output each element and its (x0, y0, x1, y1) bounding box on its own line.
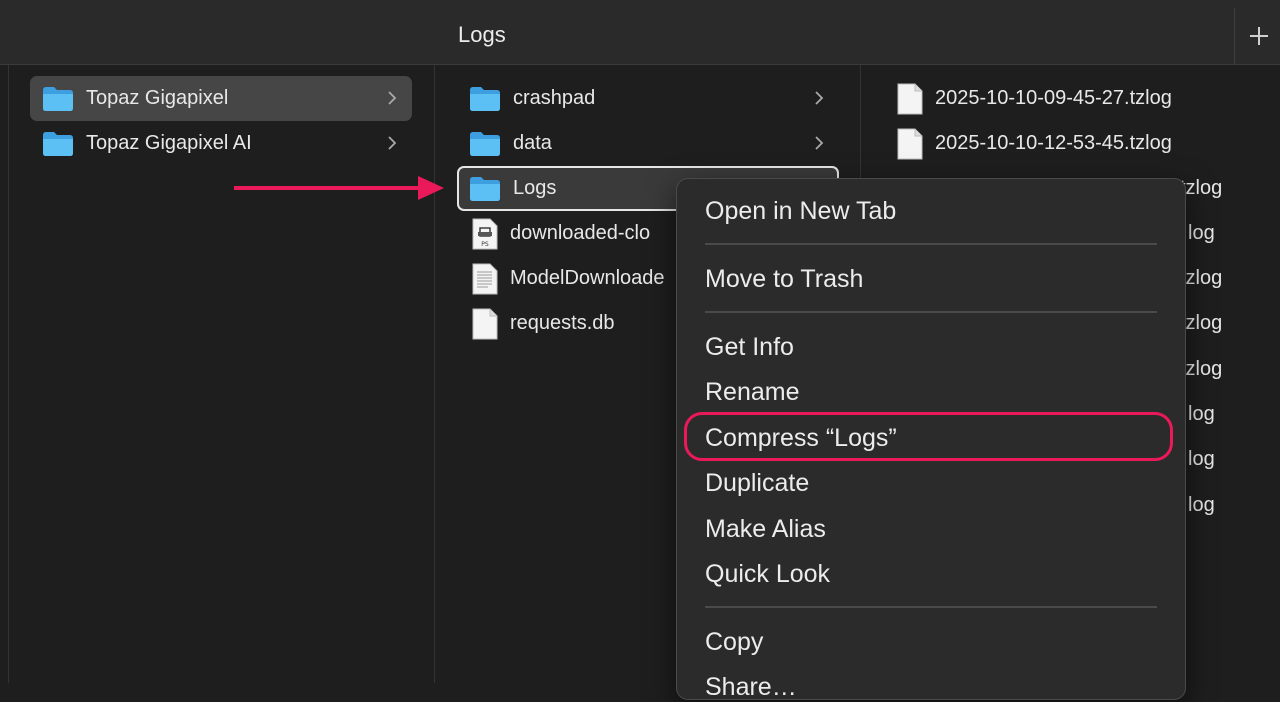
menu-item-get-info[interactable]: Get Info (705, 333, 794, 362)
list-item-label: requests.db (510, 312, 615, 334)
list-item-label: tzlog (1180, 267, 1223, 289)
svg-text:PS: PS (481, 241, 489, 248)
menu-item-share[interactable]: Share… (705, 673, 797, 702)
list-item-label: log (1188, 403, 1215, 425)
list-item-label: tzlog (1180, 358, 1223, 380)
list-item-label: tzlog (1180, 312, 1223, 334)
postscript-doc-icon: PS (472, 218, 498, 249)
folder-icon (43, 131, 73, 156)
menu-separator (705, 311, 1157, 313)
list-item[interactable]: crashpad (457, 76, 839, 121)
list-item-label: downloaded-clo (510, 222, 651, 244)
menu-item-duplicate[interactable]: Duplicate (705, 469, 809, 498)
menu-item-copy[interactable]: Copy (705, 628, 763, 657)
list-item-label: 2025-10-10-12-53-45.tzlog (935, 132, 1172, 154)
chevron-right-icon (815, 91, 824, 105)
list-item[interactable]: log (1188, 211, 1215, 256)
folder-icon (470, 176, 500, 201)
list-item-label: ModelDownloade (510, 267, 665, 289)
title-bar: Logs (0, 0, 1280, 65)
menu-item-make-alias[interactable]: Make Alias (705, 515, 826, 544)
list-item[interactable]: tzlog (1180, 347, 1222, 392)
menu-item-move-to-trash[interactable]: Move to Trash (705, 265, 863, 294)
menu-separator (705, 243, 1157, 245)
blank-doc-icon (897, 128, 923, 159)
list-item[interactable]: tzlog (1180, 166, 1222, 211)
browser-column-2[interactable]: Topaz Gigapixel Topaz Gigapixel AI (9, 65, 435, 683)
chevron-right-icon (815, 136, 824, 150)
list-item[interactable]: log (1188, 392, 1215, 437)
list-item[interactable]: data (457, 121, 839, 166)
menu-item-rename[interactable]: Rename (705, 378, 800, 407)
list-item-label: Topaz Gigapixel AI (86, 132, 252, 154)
blank-doc-icon (897, 83, 923, 114)
list-item-label: 2025-10-10-09-45-27.tzlog (935, 87, 1172, 109)
list-item[interactable]: Topaz Gigapixel AI (30, 121, 412, 166)
list-item-label: crashpad (513, 87, 596, 109)
folder-icon (43, 86, 73, 111)
menu-item-open-in-new-tab[interactable]: Open in New Tab (705, 197, 896, 226)
list-item-label: tzlog (1180, 177, 1223, 199)
list-item[interactable]: log (1188, 483, 1215, 528)
list-item-label: log (1188, 222, 1215, 244)
list-item-label: log (1188, 448, 1215, 470)
window-title: Logs (458, 22, 506, 47)
text-doc-icon (472, 263, 498, 294)
chevron-right-icon (388, 136, 397, 150)
plus-icon (1250, 27, 1268, 45)
list-item[interactable]: Topaz Gigapixel (30, 76, 412, 121)
list-item[interactable]: 2025-10-10-09-45-27.tzlog (897, 76, 1172, 121)
add-tab-button[interactable] (1234, 8, 1280, 64)
list-item[interactable]: log (1188, 437, 1215, 482)
list-item[interactable]: 2025-10-10-12-53-45.tzlog (897, 121, 1172, 166)
blank-doc-icon (472, 308, 498, 339)
folder-icon (470, 86, 500, 111)
column-edge (0, 65, 9, 683)
list-item-label: data (513, 132, 552, 154)
list-item[interactable]: tzlog (1180, 301, 1222, 346)
list-item-label: Topaz Gigapixel (86, 87, 229, 109)
list-item-label: log (1188, 494, 1215, 516)
list-item[interactable]: tzlog (1180, 256, 1222, 301)
annotation-arrow-icon (234, 176, 444, 200)
folder-icon (470, 131, 500, 156)
annotation-highlight-box (684, 412, 1173, 461)
menu-separator (705, 606, 1157, 608)
menu-item-quick-look[interactable]: Quick Look (705, 560, 830, 589)
list-item-label: Logs (513, 177, 557, 199)
chevron-right-icon (388, 91, 397, 105)
